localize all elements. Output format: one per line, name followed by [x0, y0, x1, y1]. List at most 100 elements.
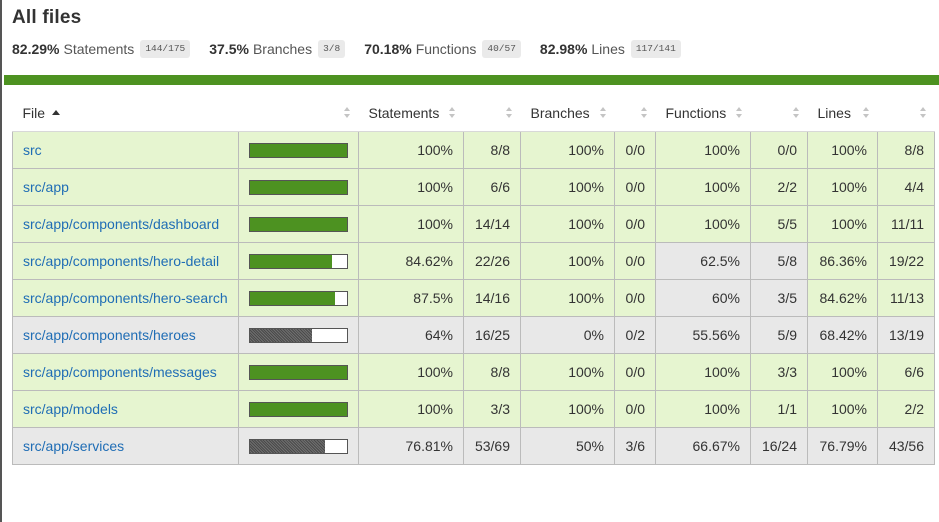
branches-fraction-cell: 0/0: [614, 205, 656, 243]
table-header-row: File Statements Branches Functions Lines: [12, 95, 935, 132]
file-link[interactable]: src: [23, 142, 42, 158]
lines-pct-cell: 100%: [807, 131, 878, 169]
lines-pct-cell: 84.62%: [807, 279, 878, 317]
header-branches-raw[interactable]: [614, 95, 656, 132]
header-statements[interactable]: Statements: [358, 95, 464, 132]
summary-fraction: 40/57: [482, 40, 521, 58]
table-row: src/app/services 76.81% 53/69 50% 3/6 66.67% 1…: [12, 427, 935, 465]
table-row: src/app/components/messages 100% 8/8 100% 0/…: [12, 353, 935, 391]
page-header: All files 82.29% Statements 144/175 37.5…: [12, 6, 934, 59]
header-lines[interactable]: Lines: [807, 95, 878, 132]
sort-icon: [599, 107, 607, 119]
file-cell: src/app/components/messages: [12, 353, 239, 391]
file-link[interactable]: src/app/components/hero-detail: [23, 253, 219, 269]
statements-fraction-cell: 16/25: [463, 316, 521, 354]
branches-pct-cell: 100%: [520, 279, 615, 317]
branches-pct-cell: 100%: [520, 353, 615, 391]
functions-pct-cell: 100%: [655, 168, 751, 206]
coverage-bar-cell: [238, 131, 359, 169]
file-link[interactable]: src/app/models: [23, 401, 118, 417]
file-cell: src/app/components/hero-detail: [12, 242, 239, 280]
coverage-bar: [249, 438, 348, 454]
branches-pct-cell: 50%: [520, 427, 615, 465]
summary-fraction: 117/141: [630, 40, 681, 58]
lines-pct-cell: 86.36%: [807, 242, 878, 280]
statements-pct-cell: 84.62%: [358, 242, 464, 280]
lines-fraction-cell: 8/8: [877, 131, 935, 169]
coverage-bar-fill: [250, 439, 325, 453]
file-cell: src/app: [12, 168, 239, 206]
file-link[interactable]: src/app/components/messages: [23, 364, 217, 380]
statements-fraction-cell: 22/26: [463, 242, 521, 280]
lines-pct-cell: 100%: [807, 205, 878, 243]
branches-fraction-cell: 0/0: [614, 168, 656, 206]
header-file[interactable]: File: [12, 95, 239, 132]
header-statements-raw[interactable]: [463, 95, 521, 132]
lines-fraction-cell: 6/6: [877, 353, 935, 391]
file-link[interactable]: src/app: [23, 179, 69, 195]
coverage-bar-cell: [238, 168, 359, 206]
page-title: All files: [12, 7, 82, 28]
coverage-bar-fill: [250, 291, 335, 305]
functions-fraction-cell: 3/3: [750, 353, 808, 391]
coverage-bar-cell: [238, 279, 359, 317]
coverage-bar-cell: [238, 390, 359, 428]
file-link[interactable]: src/app/components/dashboard: [23, 216, 219, 232]
header-pic[interactable]: [238, 95, 359, 132]
sort-icon: [448, 107, 456, 119]
functions-pct-cell: 100%: [655, 353, 751, 391]
summary-branches: 37.5% Branches 3/8: [209, 40, 346, 58]
header-functions-raw[interactable]: [750, 95, 808, 132]
header-functions[interactable]: Functions: [655, 95, 751, 132]
statements-pct-cell: 64%: [358, 316, 464, 354]
file-link[interactable]: src/app/services: [23, 438, 124, 454]
functions-fraction-cell: 5/8: [750, 242, 808, 280]
lines-pct-cell: 100%: [807, 390, 878, 428]
summary-functions: 70.18% Functions 40/57: [364, 40, 521, 58]
functions-fraction-cell: 16/24: [750, 427, 808, 465]
summary-pct: 82.98%: [539, 41, 588, 57]
statements-pct-cell: 100%: [358, 390, 464, 428]
sort-icon: [919, 107, 927, 119]
file-cell: src/app/services: [12, 427, 239, 465]
summary-label: Statements: [63, 41, 135, 57]
statements-pct-cell: 100%: [358, 168, 464, 206]
branches-pct-cell: 100%: [520, 242, 615, 280]
lines-pct-cell: 100%: [807, 353, 878, 391]
statements-fraction-cell: 8/8: [463, 353, 521, 391]
branches-fraction-cell: 0/2: [614, 316, 656, 354]
statements-fraction-cell: 3/3: [463, 390, 521, 428]
functions-fraction-cell: 5/9: [750, 316, 808, 354]
coverage-bar-cell: [238, 316, 359, 354]
summary-fraction: 3/8: [318, 40, 346, 58]
file-cell: src/app/models: [12, 390, 239, 428]
sort-icon: [792, 107, 800, 119]
table-row: src 100% 8/8 100% 0/0 100% 0/0 100% 8/8: [12, 131, 935, 169]
coverage-bar: [249, 364, 348, 380]
statements-fraction-cell: 6/6: [463, 168, 521, 206]
summary-pct: 37.5%: [209, 41, 249, 57]
functions-fraction-cell: 1/1: [750, 390, 808, 428]
header-branches[interactable]: Branches: [520, 95, 615, 132]
header-lines-raw[interactable]: [877, 95, 935, 132]
table-row: src/app/components/dashboard 100% 14/14 100…: [12, 205, 935, 243]
statements-pct-cell: 76.81%: [358, 427, 464, 465]
file-link[interactable]: src/app/components/heroes: [23, 327, 196, 343]
coverage-status-bar: [4, 75, 939, 85]
file-link[interactable]: src/app/components/hero-search: [23, 290, 228, 306]
statements-fraction-cell: 14/16: [463, 279, 521, 317]
functions-pct-cell: 62.5%: [655, 242, 751, 280]
lines-fraction-cell: 19/22: [877, 242, 935, 280]
sort-icon: [505, 107, 513, 119]
statements-fraction-cell: 53/69: [463, 427, 521, 465]
functions-fraction-cell: 3/5: [750, 279, 808, 317]
branches-fraction-cell: 3/6: [614, 427, 656, 465]
statements-fraction-cell: 14/14: [463, 205, 521, 243]
lines-pct-cell: 100%: [807, 168, 878, 206]
table-row: src/app/components/hero-search 87.5% 14/16…: [12, 279, 935, 317]
statements-pct-cell: 100%: [358, 205, 464, 243]
coverage-bar-fill: [250, 143, 347, 157]
branches-fraction-cell: 0/0: [614, 279, 656, 317]
branches-pct-cell: 100%: [520, 205, 615, 243]
summary-statements: 82.29% Statements 144/175: [12, 40, 191, 58]
